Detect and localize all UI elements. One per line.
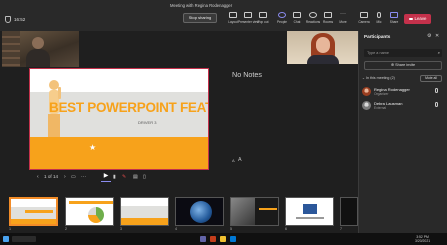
slide-thumbnail[interactable]	[65, 197, 114, 226]
slide-thumbnail[interactable]	[285, 197, 334, 226]
avatar	[362, 101, 371, 110]
mic-icon	[435, 102, 438, 107]
pop-out-icon	[259, 12, 267, 18]
self-video-tile	[2, 31, 79, 67]
close-icon[interactable]: ✕	[435, 33, 439, 39]
mic-icon	[377, 12, 381, 18]
slide-thumbnail[interactable]	[230, 197, 279, 226]
taskbar-search-icon[interactable]	[12, 236, 36, 242]
play-icon[interactable]: ▶	[101, 172, 111, 182]
subtitles-icon[interactable]: ▤	[133, 174, 138, 180]
slide-thumbnails: 1 2 3 4 5 6 7	[0, 193, 360, 231]
share-button[interactable]: Share	[384, 12, 404, 28]
phone-icon	[408, 17, 413, 20]
meeting-toolbar: Meeting with Regina Rodenagger 16:52 Sto…	[0, 0, 447, 31]
pen-icon[interactable]: ✎	[122, 174, 126, 180]
share-invite-button[interactable]: ⊕ Share invite	[364, 61, 442, 70]
current-slide[interactable]: BEST POWERPOINT FEATURES DRIVER 3 ★	[29, 68, 209, 170]
powerpoint-taskbar-icon[interactable]	[210, 236, 216, 242]
shield-icon	[5, 16, 11, 23]
panel-settings-icon[interactable]: ⚙	[427, 33, 431, 39]
edge-taskbar-icon[interactable]	[230, 236, 236, 242]
eraser-icon[interactable]: ▯	[143, 174, 146, 180]
meeting-timer: 16:52	[14, 17, 26, 22]
next-slide-icon[interactable]: ›	[64, 174, 66, 180]
teams-taskbar-icon[interactable]	[200, 236, 206, 242]
slide-thumbnail[interactable]	[9, 197, 58, 226]
camera-icon	[360, 12, 368, 18]
mic-icon	[435, 88, 438, 93]
presenter-controls: ‹ 1 of 14 › ▭ ··· ▶ ▮ ✎ ▤ ▯	[29, 170, 209, 185]
participant-row[interactable]: Debra Lausman External	[362, 101, 445, 114]
star-icon: ★	[89, 143, 97, 152]
rooms-icon	[324, 12, 332, 18]
presenter-view-icon	[244, 12, 252, 18]
taskbar: 3:52 PM 3/20/2021	[0, 233, 447, 245]
system-clock: 3:52 PM 3/20/2021	[415, 235, 431, 243]
participants-panel: Participants ⚙ ✕ Type a name ⌕ ⊕ Share i…	[358, 31, 447, 233]
previous-slide-icon[interactable]: ‹	[37, 174, 39, 180]
slide-sorter-icon[interactable]: ▭	[71, 174, 76, 180]
reactions-icon	[309, 12, 317, 18]
people-icon	[278, 12, 286, 18]
more-options-icon[interactable]: ···	[81, 174, 86, 180]
decrease-font-button[interactable]: A	[232, 158, 235, 163]
slide-counter: 1 of 14	[44, 174, 59, 179]
increase-font-button[interactable]: A	[238, 157, 242, 163]
participant-video-tile	[287, 31, 358, 64]
more-button[interactable]: ··· More	[333, 11, 353, 28]
participant-search-input[interactable]: Type a name ⌕	[364, 49, 442, 57]
in-meeting-section[interactable]: ⌄ In this meeting (2)	[362, 76, 395, 80]
slide-headline: BEST POWERPOINT FEATURES	[49, 100, 208, 115]
notes-empty-text: No Notes	[232, 70, 262, 79]
slide-thumbnail[interactable]	[120, 197, 169, 226]
stop-sharing-button[interactable]: Stop sharing	[183, 13, 217, 23]
windows-start-icon[interactable]	[3, 236, 9, 242]
mute-all-button[interactable]: Mute all	[420, 75, 442, 82]
share-icon	[390, 12, 398, 18]
pop-out-button[interactable]: Pop out	[253, 12, 273, 28]
slide-thumbnail[interactable]	[340, 197, 358, 226]
participants-title: Participants	[364, 34, 391, 39]
more-icon: ···	[340, 11, 346, 17]
chat-icon	[293, 12, 301, 18]
window-title: Meeting with Regina Rodenagger	[170, 3, 233, 8]
file-explorer-icon[interactable]	[220, 236, 226, 242]
leave-button[interactable]: Leave	[404, 14, 431, 24]
avatar	[362, 87, 371, 96]
participant-row[interactable]: Regina Rodenagger Organizer	[362, 87, 445, 100]
search-icon: ⌕	[437, 50, 440, 55]
layout-icon	[229, 12, 237, 18]
laser-pointer-icon[interactable]: ▮	[113, 174, 116, 180]
slide-subtitle: DRIVER 3	[138, 120, 157, 125]
slide-thumbnail[interactable]	[175, 197, 224, 226]
